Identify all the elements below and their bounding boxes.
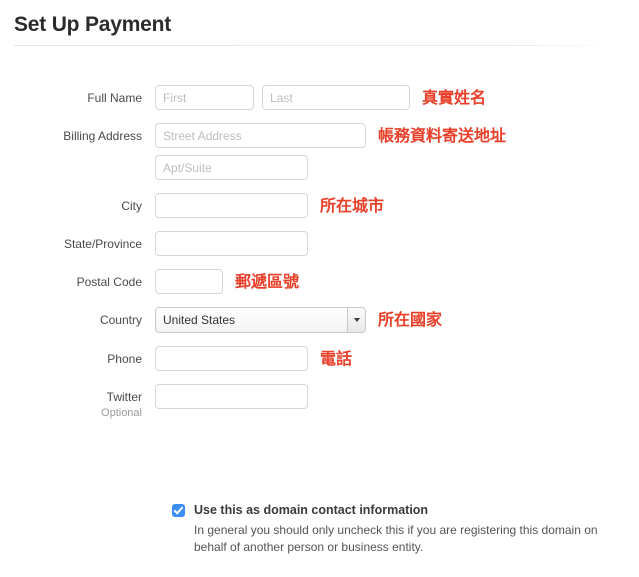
phone-input[interactable] xyxy=(155,346,308,371)
country-select[interactable]: United States xyxy=(155,307,366,333)
label-billing-address: Billing Address xyxy=(63,129,142,143)
annotation-full-name: 真實姓名 xyxy=(422,87,487,107)
annotation-postal-code: 郵遞區號 xyxy=(235,271,300,291)
city-input[interactable] xyxy=(155,193,308,218)
form-row-state-province: State/Province xyxy=(0,231,639,256)
label-twitter-text: Twitter xyxy=(106,390,142,404)
field-group-twitter xyxy=(155,384,639,409)
label-full-name: Full Name xyxy=(87,91,142,105)
label-twitter: Twitter Optional xyxy=(0,384,155,420)
apt-suite-input[interactable] xyxy=(155,155,308,180)
field-group-full-name: 真實姓名 xyxy=(155,85,639,110)
annotation-billing-address: 帳務資料寄送地址 xyxy=(378,125,507,145)
domain-contact-block: Use this as domain contact information I… xyxy=(172,503,612,556)
annotation-city: 所在城市 xyxy=(320,195,385,215)
first-name-input[interactable] xyxy=(155,85,254,110)
label-city: City xyxy=(121,199,142,213)
field-group-billing-address: 帳務資料寄送地址 xyxy=(155,123,639,148)
annotation-phone: 電話 xyxy=(320,348,353,368)
form-row-full-name: Full Name 真實姓名 xyxy=(0,85,639,110)
label-phone: Phone xyxy=(107,352,142,366)
form-row-postal-code: Postal Code 郵遞區號 xyxy=(0,269,639,294)
label-twitter-optional: Optional xyxy=(101,407,142,419)
state-province-input[interactable] xyxy=(155,231,308,256)
form-row-country: Country United States 所在國家 xyxy=(0,307,639,333)
payment-form: Full Name 真實姓名 Billing Address 帳務資料寄送地址 … xyxy=(0,85,639,433)
form-row-apt-suite xyxy=(0,155,639,180)
street-address-input[interactable] xyxy=(155,123,366,148)
country-select-wrap: United States xyxy=(155,307,366,333)
form-row-twitter: Twitter Optional xyxy=(0,384,639,420)
field-group-state-province xyxy=(155,231,639,256)
form-row-city: City 所在城市 xyxy=(0,193,639,218)
domain-contact-checkbox[interactable] xyxy=(172,504,185,517)
form-row-phone: Phone 電話 xyxy=(0,346,639,371)
field-group-city: 所在城市 xyxy=(155,193,639,218)
last-name-input[interactable] xyxy=(262,85,410,110)
annotation-country: 所在國家 xyxy=(378,310,443,329)
label-postal-code: Postal Code xyxy=(76,275,142,289)
field-group-phone: 電話 xyxy=(155,346,639,371)
domain-contact-label: Use this as domain contact information xyxy=(194,503,429,517)
label-country: Country xyxy=(99,313,142,327)
title-divider xyxy=(14,45,615,46)
field-group-apt-suite xyxy=(155,155,639,180)
domain-contact-checkbox-row[interactable]: Use this as domain contact information xyxy=(172,503,612,518)
label-state-province: State/Province xyxy=(63,237,142,251)
form-row-billing-address: Billing Address 帳務資料寄送地址 xyxy=(0,123,639,148)
domain-contact-help-text: In general you should only uncheck this … xyxy=(194,523,598,554)
postal-code-input[interactable] xyxy=(155,269,223,294)
label-apt-suite xyxy=(0,155,155,161)
page-title: Set Up Payment xyxy=(14,13,172,36)
field-group-postal-code: 郵遞區號 xyxy=(155,269,639,294)
field-group-country: United States 所在國家 xyxy=(155,307,639,333)
twitter-input[interactable] xyxy=(155,384,308,409)
